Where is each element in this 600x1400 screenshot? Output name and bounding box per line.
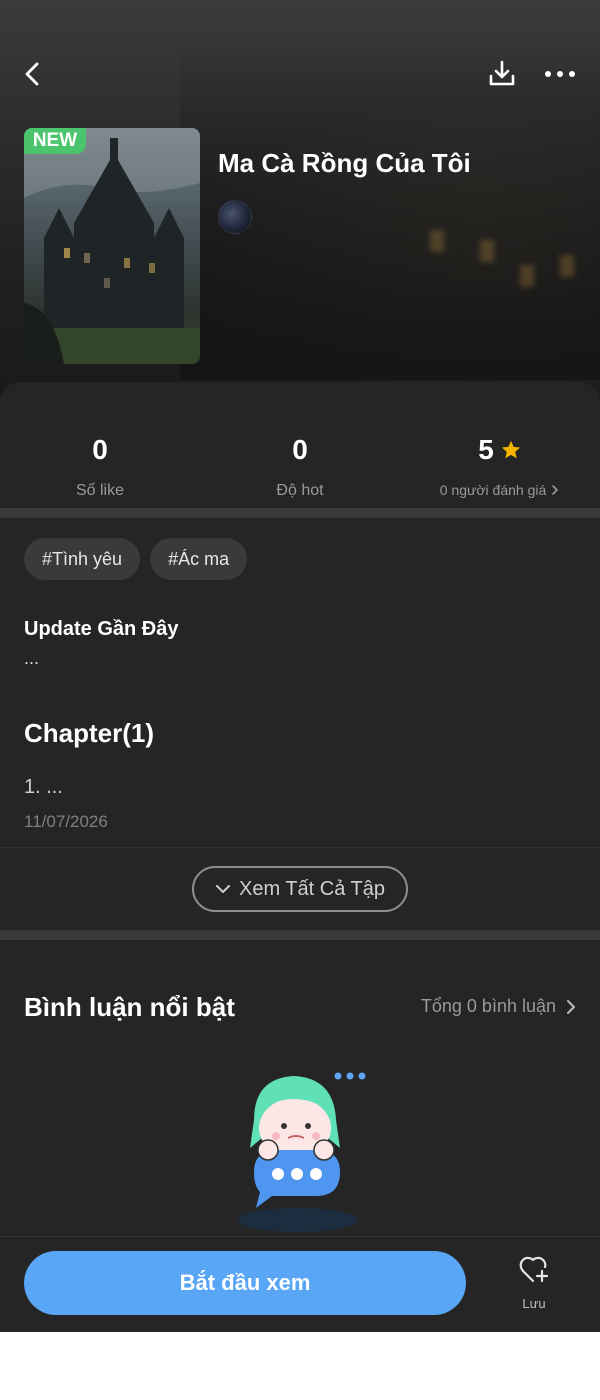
chevron-right-icon bbox=[552, 485, 559, 495]
chapter-item-date: 11/07/2026 bbox=[24, 812, 108, 831]
download-button[interactable] bbox=[482, 54, 522, 94]
recent-update-heading: Update Gần Đây bbox=[24, 618, 179, 640]
start-reading-button[interactable]: Bắt đầu xem bbox=[24, 1251, 466, 1315]
chapter-heading: Chapter(1) bbox=[24, 718, 155, 748]
comments-heading: Bình luận nổi bật bbox=[24, 992, 235, 1022]
stat-likes: 0 Số like bbox=[0, 432, 200, 500]
more-options-button[interactable] bbox=[538, 54, 582, 94]
chevron-right-icon bbox=[567, 999, 575, 1014]
heart-plus-icon bbox=[519, 1256, 549, 1283]
empty-comments-mascot-icon bbox=[238, 1072, 366, 1232]
section-divider bbox=[0, 930, 600, 940]
cover-art bbox=[24, 128, 200, 364]
tag-chip[interactable]: #Tình yêu bbox=[24, 538, 141, 580]
back-button[interactable] bbox=[14, 54, 54, 94]
download-icon bbox=[489, 60, 515, 86]
stat-rating[interactable]: 5 0 người đánh giá bbox=[400, 432, 600, 498]
comments-total-label: Tổng 0 bình luận bbox=[420, 996, 556, 1016]
section-divider bbox=[0, 508, 600, 518]
tag-list: #Tình yêu #Ác ma bbox=[24, 538, 248, 580]
likes-label: Số like bbox=[75, 482, 125, 499]
chapter-item-title[interactable]: 1. ... bbox=[24, 776, 63, 799]
star-icon bbox=[501, 440, 520, 459]
author-avatar[interactable] bbox=[218, 200, 252, 234]
chevron-down-icon bbox=[216, 885, 230, 893]
new-badge: NEW bbox=[24, 128, 86, 154]
rating-count-label: 0 người đánh giá bbox=[439, 482, 547, 498]
content-sheet: 0 Số like 0 Độ hot 5 0 người đánh giá #T… bbox=[0, 382, 600, 1332]
more-dots-icon bbox=[545, 71, 575, 77]
save-button[interactable]: Lưu bbox=[504, 1255, 564, 1315]
tag-chip[interactable]: #Ác ma bbox=[150, 538, 248, 580]
story-cover[interactable]: NEW bbox=[24, 128, 200, 364]
see-all-label: Xem Tất Cả Tập bbox=[239, 877, 385, 900]
story-detail-screen: NEW Ma Cà Rồng Của Tôi 0 Số like 0 Độ ho… bbox=[0, 0, 600, 1332]
list-divider bbox=[0, 847, 600, 848]
likes-count: 0 bbox=[92, 434, 108, 465]
recent-update-text: ... bbox=[24, 648, 40, 668]
story-title: Ma Cà Rồng Của Tôi bbox=[218, 148, 471, 178]
comments-total-link[interactable]: Tổng 0 bình luận bbox=[421, 996, 576, 1017]
stat-hot: 0 Độ hot bbox=[200, 432, 400, 500]
hot-label: Độ hot bbox=[276, 482, 324, 499]
top-bar bbox=[0, 48, 600, 104]
bottom-action-bar: Bắt đầu xem Lưu bbox=[0, 1236, 600, 1332]
chevron-left-icon bbox=[25, 62, 39, 86]
stats-row: 0 Số like 0 Độ hot 5 0 người đánh giá bbox=[0, 382, 600, 508]
see-all-chapters-button[interactable]: Xem Tất Cả Tập bbox=[192, 866, 408, 912]
save-label: Lưu bbox=[522, 1296, 546, 1311]
hot-count: 0 bbox=[292, 434, 308, 465]
rating-value: 5 bbox=[478, 434, 494, 465]
